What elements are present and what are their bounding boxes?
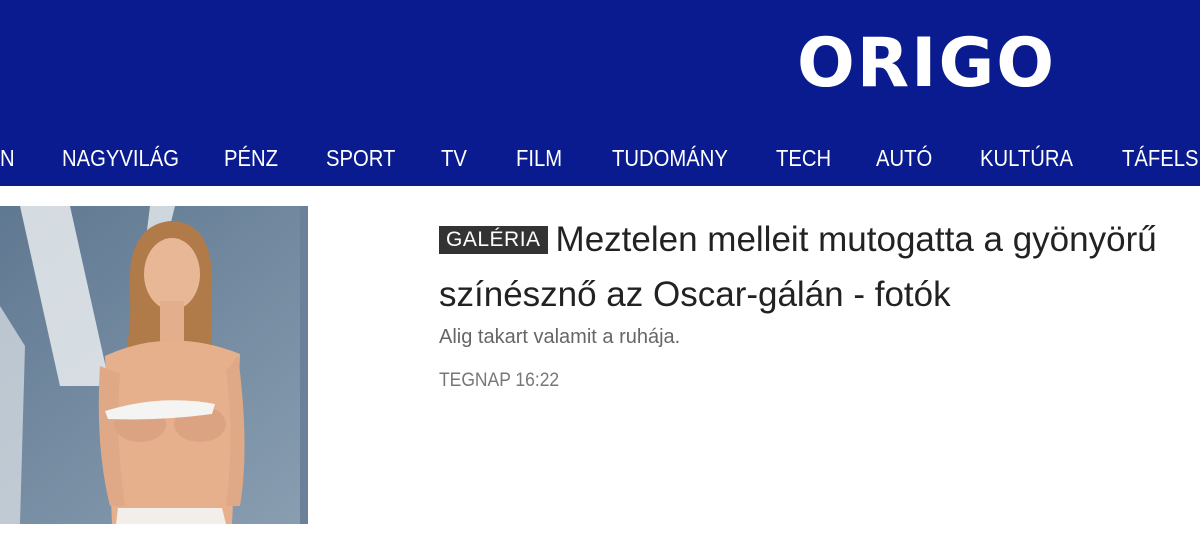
nav-item-tafelspicc[interactable]: TÁFELSP — [1122, 143, 1200, 173]
site-logo[interactable]: ORIGO — [797, 24, 1056, 104]
main-nav: N NAGYVILÁG PÉNZ SPORT TV FILM TUDOMÁNY … — [0, 130, 1200, 186]
article-lead: Alig takart valamit a ruhája. — [439, 326, 681, 348]
nav-item-partial-left[interactable]: N — [0, 143, 15, 173]
nav-item-penz[interactable]: PÉNZ — [224, 143, 278, 173]
nav-item-tudomany[interactable]: TUDOMÁNY — [612, 143, 728, 173]
article-teaser: GALÉRIA Meztelen melleit mutogatta a gyön… — [439, 212, 1200, 391]
nav-item-film[interactable]: FILM — [516, 143, 562, 173]
gallery-badge: GALÉRIA — [439, 226, 548, 254]
nav-item-kultura[interactable]: KULTÚRA — [980, 143, 1073, 173]
thumbnail-photo — [0, 206, 404, 524]
article-timestamp: TEGNAP 16:22 — [439, 370, 560, 391]
nav-item-tech[interactable]: TECH — [776, 143, 831, 173]
article-thumbnail[interactable] — [0, 206, 404, 524]
nav-item-nagyvilag[interactable]: NAGYVILÁG — [62, 143, 179, 173]
nav-item-sport[interactable]: SPORT — [326, 143, 395, 173]
site-header: ORIGO N NAGYVILÁG PÉNZ SPORT TV FILM TUD… — [0, 0, 1200, 186]
article-headline[interactable]: GALÉRIA Meztelen melleit mutogatta a gyön… — [439, 212, 1200, 322]
nav-item-tv[interactable]: TV — [441, 143, 467, 173]
nav-item-auto[interactable]: AUTÓ — [876, 143, 932, 173]
